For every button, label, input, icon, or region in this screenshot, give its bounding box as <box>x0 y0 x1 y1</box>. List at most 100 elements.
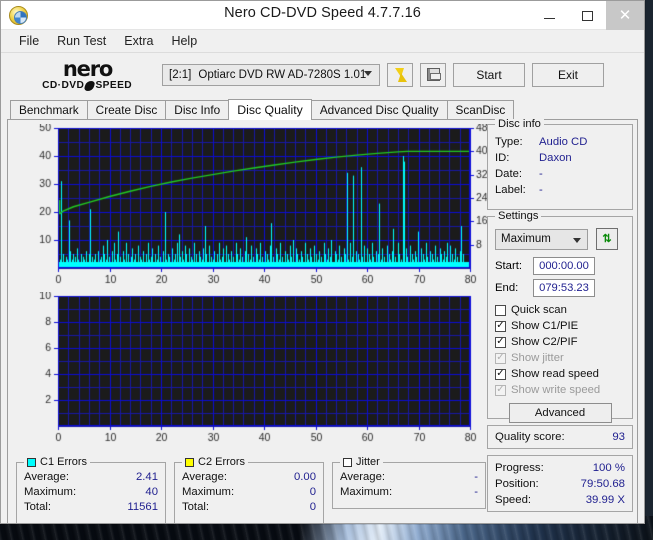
checkbox-icon: ✓ <box>495 336 506 348</box>
c2-total-label: Total: <box>182 501 210 513</box>
c1-average-label: Average: <box>24 471 70 483</box>
tab-scandisc[interactable]: ScanDisc <box>446 100 515 119</box>
tab-create-disc[interactable]: Create Disc <box>86 100 167 119</box>
table-row: Average: 2.41 <box>17 470 165 485</box>
c2-total-value: 0 <box>309 501 316 513</box>
checkbox-show-c2-pif[interactable]: ✓ Show C2/PIF <box>488 334 632 350</box>
menu-run-test[interactable]: Run Test <box>48 32 115 50</box>
tab-disc-info[interactable]: Disc Info <box>165 100 230 119</box>
checkbox-label: Show jitter <box>511 352 564 364</box>
checkbox-icon <box>495 304 506 316</box>
checkbox-icon: ✓ <box>495 352 506 364</box>
disc-info-row: Type: Audio CD <box>488 134 632 150</box>
nero-logo-word: nero <box>62 56 113 81</box>
disc-id-value: Daxon <box>539 152 572 164</box>
refresh-button[interactable]: ⇅ <box>596 228 618 250</box>
progress-label: Progress: <box>495 462 544 474</box>
start-time-field[interactable]: 000:00.00 <box>533 257 595 275</box>
speed-select-value: Maximum <box>501 233 551 245</box>
jitter-maximum-label: Maximum: <box>340 486 393 498</box>
position-value: 79:50.68 <box>580 478 625 490</box>
c1-pie-chart <box>14 124 496 294</box>
c2-maximum-value: 0 <box>309 486 316 498</box>
speed-select[interactable]: Maximum <box>495 228 588 250</box>
jitter-color-swatch <box>343 457 352 467</box>
position-label: Position: <box>495 478 539 490</box>
checkbox-icon: ✓ <box>495 368 506 380</box>
disc-date-value: - <box>539 168 543 180</box>
jitter-maximum-value: - <box>474 486 478 498</box>
tab-advanced-disc-quality[interactable]: Advanced Disc Quality <box>310 100 448 119</box>
checkbox-show-write-speed: ✓ Show write speed <box>488 382 632 398</box>
table-row: Maximum: - <box>333 485 485 500</box>
table-row: Average: - <box>333 470 485 485</box>
drive-name-label: Optiarc DVD RW AD-7280S 1.01 <box>198 68 367 81</box>
chevron-down-icon <box>573 237 581 243</box>
jitter-title: Jitter <box>340 456 383 468</box>
settings-title: Settings <box>495 210 542 222</box>
c1-maximum-label: Maximum: <box>24 486 77 498</box>
start-label: Start: <box>495 260 522 272</box>
disc-info-group: Disc info Type: Audio CD ID: Daxon Date: - … <box>487 118 633 210</box>
checkbox-show-read-speed[interactable]: ✓ Show read speed <box>488 366 632 382</box>
c1-maximum-value: 40 <box>145 486 158 498</box>
c1-errors-label: C1 Errors <box>40 456 88 468</box>
floppy-disk-icon <box>426 68 441 81</box>
checkbox-show-jitter: ✓ Show jitter <box>488 350 632 366</box>
menu-help[interactable]: Help <box>162 32 206 50</box>
tab-disc-quality[interactable]: Disc Quality <box>228 99 312 120</box>
menu-extra[interactable]: Extra <box>115 32 162 50</box>
lightning-icon <box>393 67 408 82</box>
title-bar: Nero CD-DVD Speed 4.7.7.16 ✕ <box>1 1 644 30</box>
c1-errors-box: C1 Errors Average: 2.41 Maximum: 40 Total:… <box>16 456 166 523</box>
exit-button[interactable]: Exit <box>532 62 604 87</box>
nero-logo: nero CD·DVD SPEED <box>25 56 150 91</box>
checkbox-label: Quick scan <box>511 304 567 316</box>
c1-average-value: 2.41 <box>136 471 158 483</box>
nero-logo-subtitle: CD·DVD SPEED <box>43 80 133 91</box>
drive-selector[interactable]: [2:1] Optiarc DVD RW AD-7280S 1.01 <box>162 63 380 86</box>
checkbox-icon: ✓ <box>495 384 506 396</box>
table-row: Total: 0 <box>175 500 323 515</box>
table-row: Total: 11561 <box>17 500 165 515</box>
checkbox-label: Show write speed <box>511 384 601 396</box>
close-icon: ✕ <box>618 7 632 24</box>
maximize-button[interactable] <box>568 1 606 30</box>
menu-file[interactable]: File <box>10 32 48 50</box>
maximize-icon <box>581 10 593 21</box>
checkbox-label: Show C2/PIF <box>511 336 578 348</box>
c2-average-label: Average: <box>182 471 228 483</box>
settings-group: Settings Maximum ⇅ Start: 000:00.00 End:… <box>487 210 633 423</box>
start-button[interactable]: Start <box>453 62 525 87</box>
toolbar: nero CD·DVD SPEED [2:1] Optiarc DVD RW A… <box>1 53 644 96</box>
disc-type-label: Type: <box>495 136 523 148</box>
quality-score-value: 93 <box>612 431 625 443</box>
nero-cd-dvd-speed-window: Nero CD-DVD Speed 4.7.7.16 ✕ File Run Te… <box>0 0 645 524</box>
c2-maximum-label: Maximum: <box>182 486 235 498</box>
quality-score-box: Quality score: 93 <box>487 425 633 449</box>
speed-value: 39.99 X <box>585 494 625 506</box>
table-row: Maximum: 0 <box>175 485 323 500</box>
menu-bar: File Run Test Extra Help <box>1 30 644 53</box>
c1-total-value: 11561 <box>127 501 158 513</box>
tab-benchmark[interactable]: Benchmark <box>10 100 88 119</box>
jitter-average-value: - <box>474 471 478 483</box>
c2-average-value: 0.00 <box>294 471 316 483</box>
speed-test-button[interactable] <box>387 62 413 87</box>
right-column: Disc info Type: Audio CD ID: Daxon Date: - … <box>487 118 633 518</box>
table-row: Maximum: 40 <box>17 485 165 500</box>
disc-info-row: Label: - <box>488 182 632 198</box>
save-results-button[interactable] <box>420 62 446 87</box>
disc-info-row: ID: Daxon <box>488 150 632 166</box>
checkbox-label: Show C1/PIE <box>511 320 579 332</box>
table-row: Progress: 100 % <box>488 460 632 476</box>
checkbox-show-c1-pie[interactable]: ✓ Show C1/PIE <box>488 318 632 334</box>
end-time-field[interactable]: 079:53.23 <box>533 279 595 297</box>
progress-box: Progress: 100 % Position: 79:50.68 Speed: 3… <box>487 455 633 512</box>
minimize-button[interactable] <box>530 1 568 30</box>
checkbox-quick-scan[interactable]: Quick scan <box>488 302 632 318</box>
advanced-button[interactable]: Advanced <box>508 403 612 423</box>
close-button[interactable]: ✕ <box>606 1 644 30</box>
c1-total-label: Total: <box>24 501 52 513</box>
disc-type-value: Audio CD <box>539 136 588 148</box>
